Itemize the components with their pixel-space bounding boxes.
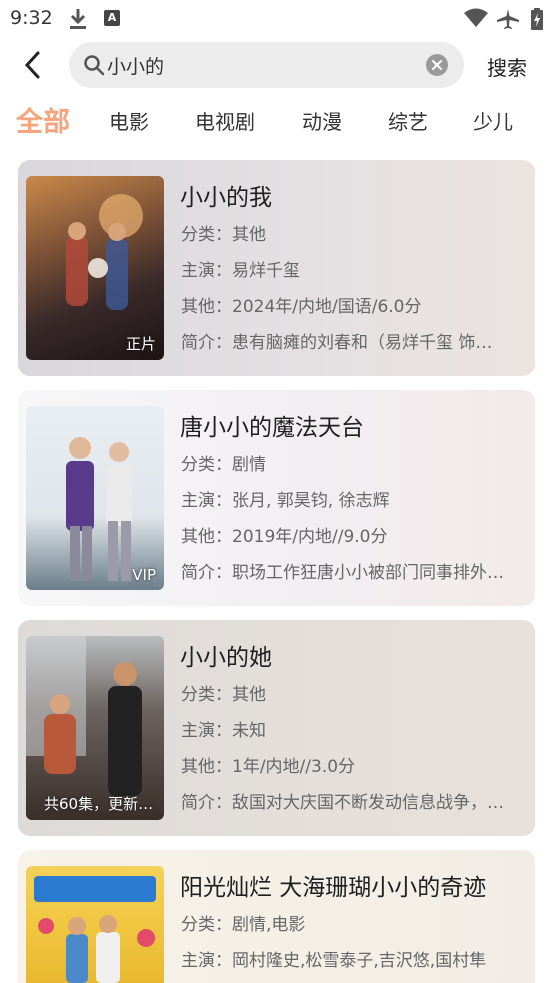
tab-all[interactable]: 全部 — [16, 100, 70, 139]
tab-movie[interactable]: 电影 — [109, 106, 149, 135]
result-category: 分类：剧情,电影 — [181, 915, 306, 935]
poster-badge: 正片 — [125, 335, 156, 353]
download-icon — [70, 9, 86, 29]
result-synopsis: 简介：患有脑瘫的刘春和（易烊千玺 饰… — [181, 333, 493, 353]
result-card[interactable]: 正片 小小的我 分类：其他 主演：易烊千玺 其他：2024年/内地/国语/6.0… — [18, 160, 535, 376]
result-card[interactable]: 共60集，更新… 小小的她 分类：其他 主演：未知 其他：1年/内地//3.0分… — [18, 620, 535, 836]
result-cast: 主演：易烊千玺 — [181, 261, 300, 281]
result-cast: 主演：未知 — [181, 721, 266, 741]
status-time: 9:32 — [10, 7, 53, 29]
result-title: 唐小小的魔法天台 — [180, 415, 364, 441]
poster-image: 共60集，更新… — [26, 636, 164, 820]
close-icon — [432, 60, 442, 70]
airplane-icon — [497, 9, 519, 29]
battery-charging-icon — [531, 8, 543, 30]
result-info: 其他：2024年/内地/国语/6.0分 — [181, 297, 422, 317]
poster-image — [26, 866, 164, 983]
result-category: 分类：剧情 — [181, 455, 266, 475]
clear-icon[interactable] — [426, 54, 448, 76]
status-bar: 9:32 A — [0, 0, 553, 38]
tab-kids[interactable]: 少儿 — [473, 106, 513, 135]
result-info: 其他：1年/内地//3.0分 — [181, 757, 356, 777]
back-button[interactable] — [16, 47, 48, 83]
result-title: 小小的我 — [180, 185, 272, 211]
result-cast: 主演：岡村隆史,松雪泰子,吉沢悠,国村隼 — [181, 951, 487, 971]
poster-badge: VIP — [132, 566, 156, 584]
result-category: 分类：其他 — [181, 685, 266, 705]
result-synopsis: 简介：敌国对大庆国不断发动信息战争，… — [181, 793, 504, 813]
tab-variety[interactable]: 综艺 — [388, 106, 428, 135]
poster-image: 正片 — [26, 176, 164, 360]
search-button[interactable]: 搜索 — [487, 52, 527, 81]
category-tabs: 全部 电影 电视剧 动漫 综艺 少儿 — [0, 100, 553, 140]
search-box[interactable] — [69, 42, 464, 88]
search-icon — [84, 55, 105, 76]
result-title: 小小的她 — [180, 645, 272, 671]
result-title: 阳光灿烂 大海珊瑚小小的奇迹 — [180, 875, 487, 901]
result-card[interactable]: VIP 唐小小的魔法天台 分类：剧情 主演：张月, 郭昊钧, 徐志辉 其他：20… — [18, 390, 535, 606]
tab-tv-series[interactable]: 电视剧 — [195, 106, 255, 135]
search-input[interactable] — [107, 50, 417, 80]
result-synopsis: 简介：职场工作狂唐小小被部门同事排外… — [181, 563, 504, 583]
tab-anime[interactable]: 动漫 — [302, 106, 342, 135]
result-card[interactable]: 阳光灿烂 大海珊瑚小小的奇迹 分类：剧情,电影 主演：岡村隆史,松雪泰子,吉沢悠… — [18, 850, 535, 983]
result-cast: 主演：张月, 郭昊钧, 徐志辉 — [181, 491, 390, 511]
poster-badge: 共60集，更新… — [44, 795, 154, 813]
poster-image: VIP — [26, 406, 164, 590]
poster-art — [34, 876, 156, 983]
chevron-left-icon — [24, 51, 40, 79]
result-category: 分类：其他 — [181, 225, 266, 245]
wifi-icon — [464, 8, 488, 27]
poster-art — [66, 437, 132, 581]
a-notification-icon: A — [104, 10, 120, 26]
result-info: 其他：2019年/内地//9.0分 — [181, 527, 388, 547]
